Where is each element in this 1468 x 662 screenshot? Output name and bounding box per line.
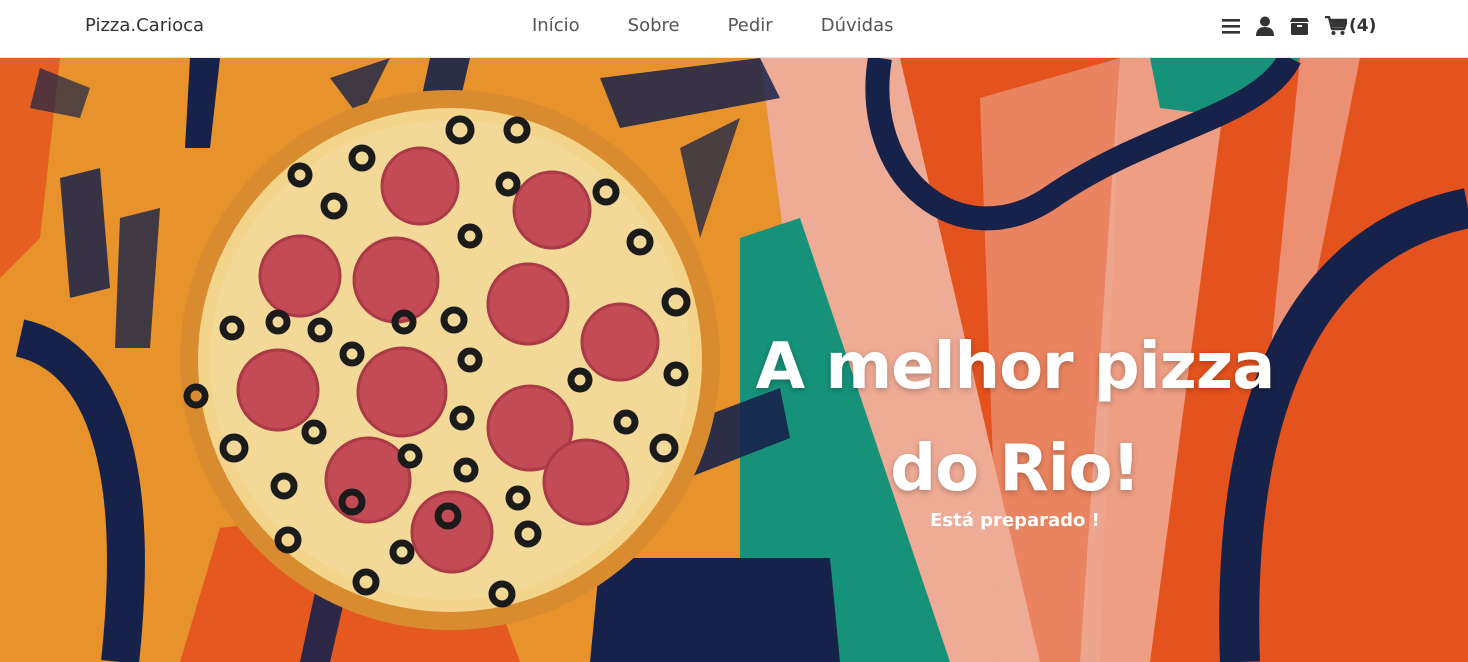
bars-icon[interactable] [1222, 13, 1240, 39]
hero-title-line2: do Rio! [890, 432, 1140, 506]
top-navbar: Pizza.Carioca Início Sobre Pedir Dúvidas… [0, 0, 1468, 58]
cart-count-badge: (4) [1349, 16, 1377, 36]
user-icon[interactable] [1256, 13, 1274, 39]
pizza-image [180, 90, 720, 630]
box-icon[interactable] [1290, 13, 1309, 39]
hero-title-line1: A melhor pizza [755, 330, 1276, 404]
nav-links: Início Sobre Pedir Dúvidas [532, 15, 893, 36]
brand-logo[interactable]: Pizza.Carioca [85, 15, 204, 36]
cart-icon [1325, 16, 1347, 35]
hero-subtitle: Está preparado ! [930, 510, 1100, 531]
hero-banner: A melhor pizza do Rio! Está preparado ! [0, 58, 1468, 662]
nav-link-sobre[interactable]: Sobre [628, 15, 680, 36]
nav-link-duvidas[interactable]: Dúvidas [821, 15, 894, 36]
hero-title: A melhor pizza do Rio! [740, 316, 1290, 520]
nav-link-pedir[interactable]: Pedir [728, 15, 773, 36]
cart-button[interactable]: (4) [1325, 13, 1376, 39]
nav-icons: (4) [1222, 13, 1376, 39]
nav-link-inicio[interactable]: Início [532, 15, 580, 36]
